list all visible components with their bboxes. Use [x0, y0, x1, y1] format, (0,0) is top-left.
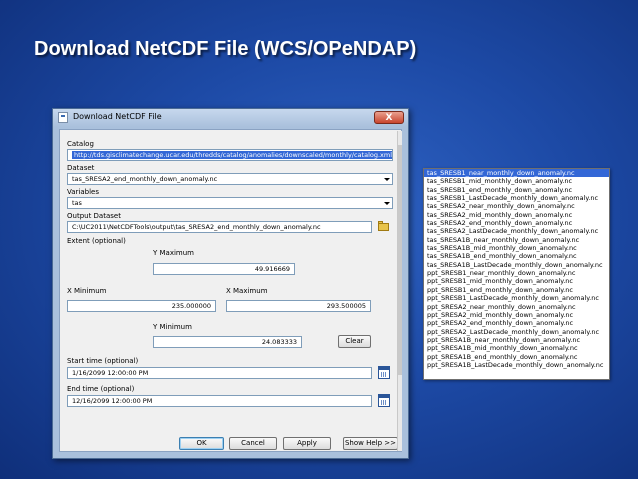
dialog-title: Download NetCDF File	[73, 112, 162, 121]
cancel-button[interactable]: Cancel	[229, 437, 277, 450]
end-time-value: 12/16/2099 12:00:00 PM	[72, 397, 153, 405]
dropdown-option[interactable]: tas_SRESB1_LastDecade_monthly_down_anoma…	[424, 194, 609, 202]
dialog-scrollbar[interactable]	[397, 131, 402, 451]
x-minimum-label: X Minimum	[67, 287, 107, 295]
dropdown-option[interactable]: tas_SRESA2_mid_monthly_down_anomaly.nc	[424, 211, 609, 219]
dropdown-option[interactable]: tas_SRESA1B_end_monthly_down_anomaly.nc	[424, 252, 609, 260]
dropdown-option[interactable]: tas_SRESA2_near_monthly_down_anomaly.nc	[424, 202, 609, 210]
chevron-down-icon[interactable]	[383, 175, 391, 183]
dropdown-option[interactable]: ppt_SRESA1B_LastDecade_monthly_down_anom…	[424, 361, 609, 369]
x-maximum-label: X Maximum	[226, 287, 268, 295]
x-maximum-value: 293.500005	[326, 302, 366, 310]
dropdown-option[interactable]: tas_SRESB1_near_monthly_down_anomaly.nc	[424, 169, 609, 178]
end-time-input[interactable]: 12/16/2099 12:00:00 PM	[67, 395, 372, 407]
dialog-titlebar[interactable]: Download NetCDF File X	[53, 109, 408, 127]
dropdown-option[interactable]: ppt_SRESB1_near_monthly_down_anomaly.nc	[424, 269, 609, 277]
start-time-value: 1/16/2099 12:00:00 PM	[72, 369, 149, 377]
dialog-app-icon	[58, 112, 68, 123]
extent-label: Extent (optional)	[67, 237, 126, 245]
dropdown-option[interactable]: ppt_SRESA2_mid_monthly_down_anomaly.nc	[424, 311, 609, 319]
dropdown-option[interactable]: ppt_SRESA1B_near_monthly_down_anomaly.nc	[424, 336, 609, 344]
catalog-label: Catalog	[67, 140, 94, 148]
y-maximum-input[interactable]: 49.916669	[153, 263, 295, 275]
variables-value: tas	[72, 199, 82, 207]
dialog-client-area: Catalog http://tds.gisclimatechange.ucar…	[59, 129, 402, 452]
clear-button[interactable]: Clear	[338, 335, 371, 348]
calendar-icon[interactable]	[378, 394, 390, 407]
y-maximum-label: Y Maximum	[153, 249, 194, 257]
catalog-input[interactable]: http://tds.gisclimatechange.ucar.edu/thr…	[67, 149, 393, 161]
dropdown-option[interactable]: ppt_SRESA2_end_monthly_down_anomaly.nc	[424, 319, 609, 327]
y-minimum-input[interactable]: 24.083333	[153, 336, 302, 348]
dropdown-option[interactable]: tas_SRESA1B_mid_monthly_down_anomaly.nc	[424, 244, 609, 252]
variables-label: Variables	[67, 188, 99, 196]
y-minimum-label: Y Minimum	[153, 323, 192, 331]
x-minimum-input[interactable]: 235.000000	[67, 300, 216, 312]
calendar-icon[interactable]	[378, 366, 390, 379]
dropdown-option[interactable]: ppt_SRESA1B_end_monthly_down_anomaly.nc	[424, 353, 609, 361]
output-dataset-value: C:\UC2011\NetCDFTools\output\tas_SRESA2_…	[72, 223, 321, 231]
slide-title: Download NetCDF File (WCS/OPeNDAP)	[34, 38, 417, 60]
apply-button[interactable]: Apply	[283, 437, 331, 450]
dataset-label: Dataset	[67, 164, 95, 172]
start-time-input[interactable]: 1/16/2099 12:00:00 PM	[67, 367, 372, 379]
download-netcdf-dialog: Download NetCDF File X Catalog http://td…	[52, 108, 409, 459]
dropdown-option[interactable]: ppt_SRESA1B_mid_monthly_down_anomaly.nc	[424, 344, 609, 352]
dropdown-option[interactable]: ppt_SRESA2_LastDecade_monthly_down_anoma…	[424, 328, 609, 336]
close-button[interactable]: X	[374, 111, 404, 124]
start-time-label: Start time (optional)	[67, 357, 139, 365]
scrollbar-thumb[interactable]	[398, 145, 402, 375]
ok-button[interactable]: OK	[179, 437, 224, 450]
x-maximum-input[interactable]: 293.500005	[226, 300, 371, 312]
output-dataset-label: Output Dataset	[67, 212, 121, 220]
dropdown-option[interactable]: ppt_SRESB1_LastDecade_monthly_down_anoma…	[424, 294, 609, 302]
dropdown-option[interactable]: ppt_SRESB1_mid_monthly_down_anomaly.nc	[424, 277, 609, 285]
dropdown-option[interactable]: tas_SRESA1B_LastDecade_monthly_down_anom…	[424, 261, 609, 269]
x-minimum-value: 235.000000	[171, 302, 211, 310]
dropdown-option[interactable]: ppt_SRESB1_end_monthly_down_anomaly.nc	[424, 286, 609, 294]
dropdown-option[interactable]: tas_SRESB1_end_monthly_down_anomaly.nc	[424, 186, 609, 194]
dropdown-option[interactable]: tas_SRESA2_end_monthly_down_anomaly.nc	[424, 219, 609, 227]
y-maximum-value: 49.916669	[254, 265, 290, 273]
y-minimum-value: 24.083333	[261, 338, 297, 346]
dropdown-option[interactable]: ppt_SRESA2_near_monthly_down_anomaly.nc	[424, 303, 609, 311]
show-help-button[interactable]: Show Help >>	[343, 437, 398, 450]
variables-combobox[interactable]: tas	[67, 197, 393, 209]
output-dataset-input[interactable]: C:\UC2011\NetCDFTools\output\tas_SRESA2_…	[67, 221, 372, 233]
dataset-dropdown-list[interactable]: tas_SRESB1_near_monthly_down_anomaly.nc t…	[423, 168, 610, 380]
browse-folder-icon[interactable]	[377, 220, 390, 232]
dropdown-option[interactable]: tas_SRESA2_LastDecade_monthly_down_anoma…	[424, 227, 609, 235]
dropdown-option[interactable]: tas_SRESB1_mid_monthly_down_anomaly.nc	[424, 177, 609, 185]
dropdown-option[interactable]: tas_SRESA1B_near_monthly_down_anomaly.nc	[424, 236, 609, 244]
dataset-value: tas_SRESA2_end_monthly_down_anomaly.nc	[72, 175, 218, 183]
catalog-value: http://tds.gisclimatechange.ucar.edu/thr…	[72, 151, 393, 159]
chevron-down-icon[interactable]	[383, 199, 391, 207]
dataset-combobox[interactable]: tas_SRESA2_end_monthly_down_anomaly.nc	[67, 173, 393, 185]
end-time-label: End time (optional)	[67, 385, 135, 393]
